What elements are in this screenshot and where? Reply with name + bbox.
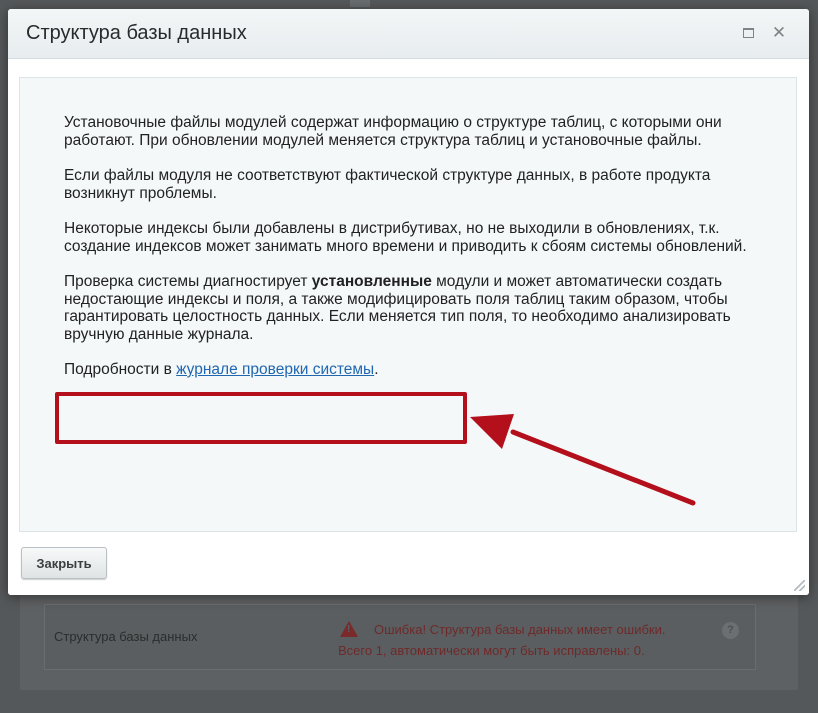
paragraph-2: Если файлы модуля не соответствуют факти…: [64, 167, 711, 202]
paragraph-1: Установочные файлы модулей содержат инфо…: [64, 114, 722, 149]
database-structure-dialog: Структура базы данных ✕ Установочные фай…: [8, 9, 809, 595]
paragraph-5-end: .: [374, 361, 379, 378]
dialog-header: Структура базы данных ✕: [8, 9, 809, 59]
highlight-box: [55, 392, 467, 444]
warning-icon: [340, 621, 358, 637]
paragraph-4: Проверка системы диагностирует установле…: [64, 273, 764, 343]
system-check-log-link[interactable]: журнале проверки системы: [176, 361, 374, 378]
resize-handle-icon[interactable]: [794, 580, 805, 591]
dialog-title: Структура базы данных: [26, 22, 247, 44]
close-button[interactable]: Закрыть: [21, 547, 107, 579]
help-icon: ?: [722, 622, 739, 639]
paragraph-5-start: Подробности в: [64, 361, 177, 378]
paragraph-4-bold: установленные: [311, 273, 432, 290]
maximize-icon[interactable]: [743, 28, 754, 38]
paragraph-3: Некоторые индексы были добавлены в дистр…: [64, 220, 747, 255]
paragraph-4-start: Проверка системы диагностирует: [64, 273, 312, 290]
dialog-content: Установочные файлы модулей содержат инфо…: [19, 77, 797, 532]
paragraph-5: Подробности в журнале проверки системы.: [64, 361, 764, 379]
close-icon[interactable]: ✕: [770, 23, 788, 43]
background-top-element: [350, 0, 370, 7]
info-text: Установочные файлы модулей содержат инфо…: [64, 114, 764, 379]
background-row-label: Структура базы данных: [54, 629, 198, 644]
background-error-line-1: Ошибка! Структура базы данных имеет ошиб…: [374, 622, 666, 637]
background-error-line-2: Всего 1, автоматически могут быть исправ…: [338, 643, 645, 658]
dialog-footer: Закрыть: [8, 532, 809, 595]
